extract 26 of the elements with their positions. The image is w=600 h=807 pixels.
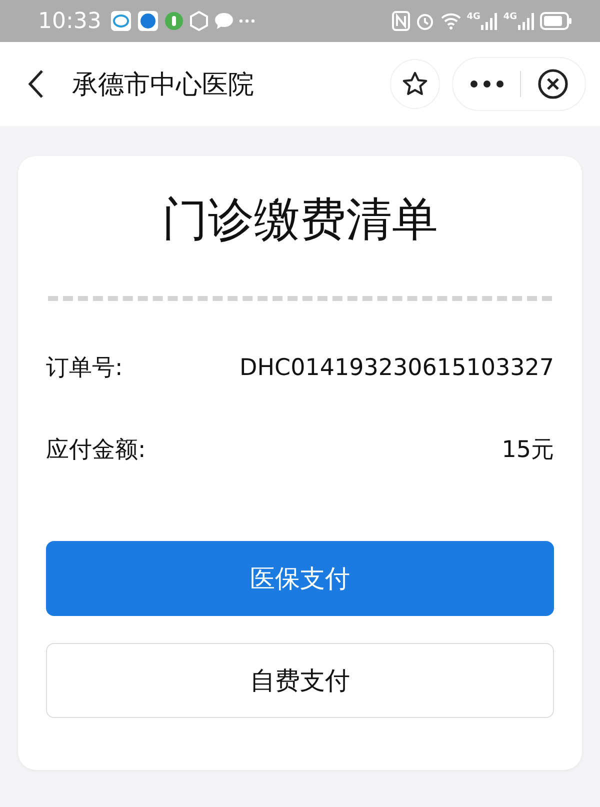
back-icon[interactable] [26,69,46,99]
favorite-button[interactable] [390,59,440,109]
field-value: 15元 [502,436,554,465]
bill-title: 门诊缴费清单 [161,191,439,248]
battery-icon [540,12,572,30]
more-notifications-icon [239,18,256,24]
page-title: 承德市中心医院 [72,68,254,102]
alarm-icon [414,11,435,31]
close-icon[interactable] [537,68,570,100]
app-icon [137,10,160,32]
signal-icon [480,12,498,30]
signal-icon [517,12,535,30]
message-icon [214,12,234,30]
pay-button[interactable]: 自费支付 [46,643,554,718]
field-label: 应付金额: [46,436,146,465]
network-type: 4G [466,12,480,22]
nfc-icon [392,11,410,31]
field-value: DHC014193230615103327 [240,354,554,383]
star-icon [401,70,429,98]
pay-button[interactable]: 医保支付 [46,541,554,616]
status-time: 10:33 [38,8,102,34]
more-icon[interactable] [468,79,505,89]
wifi-icon [440,12,462,30]
network-type: 4G [503,12,517,22]
hexagon-icon [189,11,210,31]
field-label: 订单号: [46,354,123,383]
